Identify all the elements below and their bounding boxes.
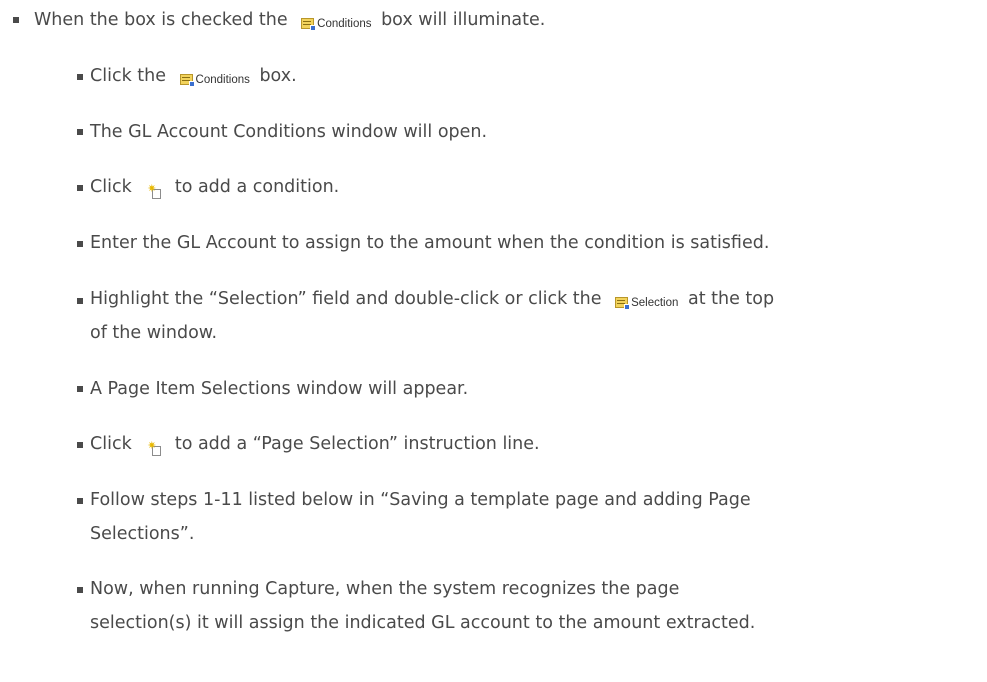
bullet	[77, 74, 83, 80]
conditions-icon	[301, 18, 317, 31]
list-item: Click the Conditions box.	[90, 65, 297, 87]
bullet	[77, 386, 83, 392]
item-text: Highlight the “Selection” field and doub…	[90, 289, 608, 309]
list-item: Click ✷ to add a condition.	[90, 176, 339, 199]
list-item: Now, when running Capture, when the syst…	[90, 578, 679, 600]
item-text: Selections”.	[90, 524, 195, 544]
bullet	[77, 241, 83, 247]
bullet	[77, 129, 83, 135]
item-text: to add a “Page Selection” instruction li…	[169, 434, 540, 454]
list-item-continuation: of the window.	[90, 322, 217, 344]
item-text: at the top	[682, 289, 775, 309]
bullet	[77, 298, 83, 304]
list-item: Follow steps 1-11 listed below in “Savin…	[90, 489, 751, 511]
selection-label: Selection	[631, 297, 679, 309]
list-item: The GL Account Conditions window will op…	[90, 121, 487, 143]
list-item: Highlight the “Selection” field and doub…	[90, 288, 774, 310]
item-text: of the window.	[90, 323, 218, 343]
item-text: Now, when running Capture, when the syst…	[90, 579, 680, 599]
list-item: A Page Item Selections window will appea…	[90, 378, 468, 400]
bullet	[77, 185, 83, 191]
new-item-icon: ✷	[147, 183, 163, 199]
list-item: Click ✷ to add a “Page Selection” instru…	[90, 433, 540, 456]
selection-icon	[615, 297, 631, 310]
item-text: to add a condition.	[169, 177, 340, 197]
item-text: When the box is checked the	[34, 10, 294, 30]
new-item-icon: ✷	[147, 440, 163, 456]
item-text: Click	[90, 177, 138, 197]
conditions-button-image: Conditions	[301, 17, 372, 31]
selection-button-image: Selection	[615, 296, 678, 310]
conditions-label: Conditions	[195, 74, 250, 86]
conditions-icon	[179, 74, 195, 87]
list-item-continuation: Selections”.	[90, 523, 194, 545]
bullet	[77, 442, 83, 448]
list-item: When the box is checked the Conditions b…	[34, 9, 545, 31]
item-text: box will illuminate.	[375, 10, 546, 30]
conditions-button-image: Conditions	[179, 73, 250, 87]
item-text: selection(s) it will assign the indicate…	[90, 613, 756, 633]
item-text: Click	[90, 434, 138, 454]
list-item-continuation: selection(s) it will assign the indicate…	[90, 612, 755, 634]
conditions-label: Conditions	[317, 18, 372, 30]
item-text: box.	[253, 66, 297, 86]
bullet	[77, 498, 83, 504]
item-text: Click the	[90, 66, 172, 86]
item-text: Enter the GL Account to assign to the am…	[90, 233, 770, 253]
bullet	[13, 17, 19, 23]
item-text: A Page Item Selections window will appea…	[90, 379, 469, 399]
item-text: The GL Account Conditions window will op…	[90, 122, 488, 142]
list-item: Enter the GL Account to assign to the am…	[90, 232, 769, 254]
bullet	[77, 587, 83, 593]
item-text: Follow steps 1-11 listed below in “Savin…	[90, 490, 751, 510]
